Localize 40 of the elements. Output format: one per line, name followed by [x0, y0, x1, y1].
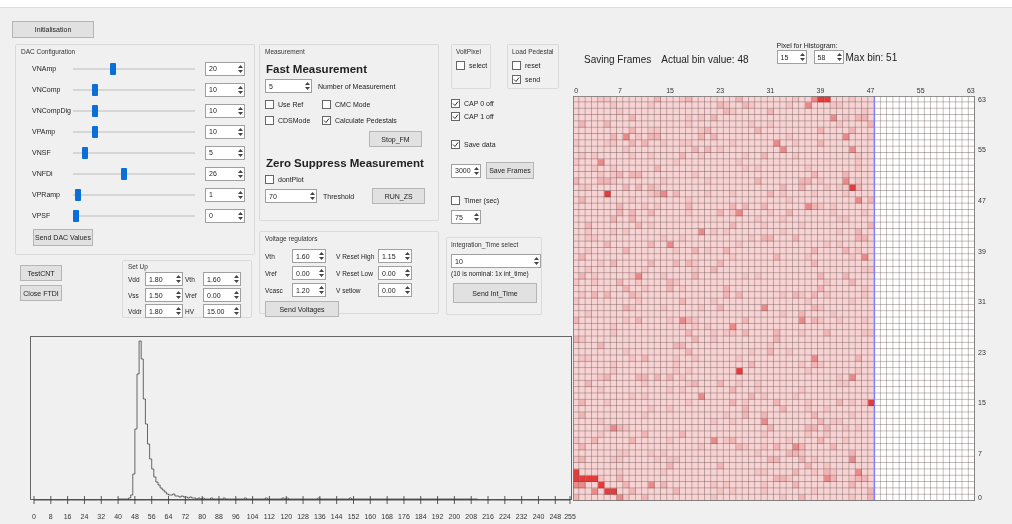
spin-arrows-icon[interactable]	[474, 165, 479, 176]
status-text: Saving Frames	[584, 53, 652, 65]
spin-arrows-icon[interactable]	[176, 274, 181, 284]
section-heading: Fast Measurement	[266, 62, 368, 76]
spin-arrows-icon[interactable]	[534, 256, 539, 266]
spin-arrows-icon[interactable]	[238, 147, 243, 158]
spin-arrows-icon[interactable]	[238, 210, 243, 221]
spin-arrows-icon[interactable]	[238, 189, 243, 200]
section-heading: Zero Suppress Measurement	[266, 156, 425, 170]
spin-arrows-icon[interactable]	[319, 251, 324, 261]
spin-arrows-icon[interactable]	[238, 126, 243, 137]
slider-thumb[interactable]	[75, 188, 82, 201]
slider-thumb[interactable]	[120, 167, 127, 180]
spin-arrows-icon[interactable]	[405, 285, 410, 295]
slider-thumb[interactable]	[82, 146, 89, 159]
slider-thumb[interactable]	[91, 125, 98, 138]
spin-arrows-icon[interactable]	[176, 290, 181, 300]
spin-arrows-icon[interactable]	[238, 168, 243, 179]
slider-thumb[interactable]	[110, 62, 117, 75]
spin-arrows-icon[interactable]	[319, 285, 324, 295]
status-text: Actual bin value: 48	[661, 53, 749, 65]
spin-arrows-icon[interactable]	[310, 191, 315, 201]
spin-arrows-icon[interactable]	[176, 306, 181, 316]
spin-arrows-icon[interactable]	[474, 212, 479, 222]
spin-arrows-icon[interactable]	[405, 251, 410, 261]
slider-thumb[interactable]	[73, 209, 79, 222]
spin-arrows-icon[interactable]	[799, 52, 805, 62]
status-text: Max bin: 51	[845, 51, 898, 63]
spin-arrows-icon[interactable]	[305, 81, 310, 91]
spin-arrows-icon[interactable]	[319, 268, 324, 278]
spin-arrows-icon[interactable]	[836, 52, 842, 62]
spin-arrows-icon[interactable]	[238, 105, 243, 116]
spin-arrows-icon[interactable]	[234, 274, 239, 284]
spin-arrows-icon[interactable]	[238, 63, 243, 74]
spin-arrows-icon[interactable]	[238, 84, 243, 95]
spin-arrows-icon[interactable]	[234, 306, 239, 316]
spin-arrows-icon[interactable]	[405, 268, 410, 278]
slider-thumb[interactable]	[91, 104, 98, 117]
spin-arrows-icon[interactable]	[234, 290, 239, 300]
slider-thumb[interactable]	[91, 83, 98, 96]
